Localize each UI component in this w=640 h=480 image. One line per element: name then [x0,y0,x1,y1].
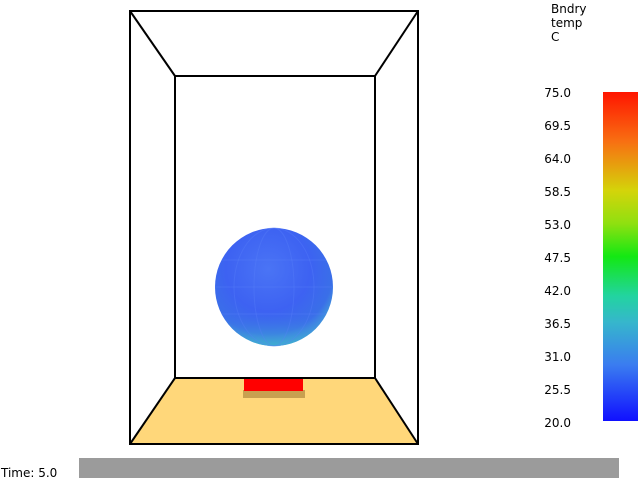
legend-tick: 53.0 [544,218,571,232]
heater-block [244,377,303,391]
legend-tick: 47.5 [544,251,571,265]
legend-tick: 25.5 [544,383,571,397]
legend-title-line: Bndry [551,2,587,16]
legend-tick: 69.5 [544,119,571,133]
time-slider[interactable] [79,458,619,478]
heater-side [243,390,305,398]
legend-tick: 64.0 [544,152,571,166]
time-label: Time: 5.0 [1,466,58,480]
color-scale-bar [603,92,638,421]
legend-tick: 31.0 [544,350,571,364]
legend-tick: 20.0 [544,416,571,430]
legend-title: Bndry temp C [551,2,587,44]
legend-title-line: C [551,30,560,44]
sphere [215,227,333,347]
legend-tick: 36.5 [544,317,571,331]
legend-title-line: temp [551,16,583,30]
3d-viewport[interactable] [0,0,640,480]
legend-tick: 42.0 [544,284,571,298]
legend-tick: 75.0 [544,86,571,100]
legend-tick: 58.5 [544,185,571,199]
